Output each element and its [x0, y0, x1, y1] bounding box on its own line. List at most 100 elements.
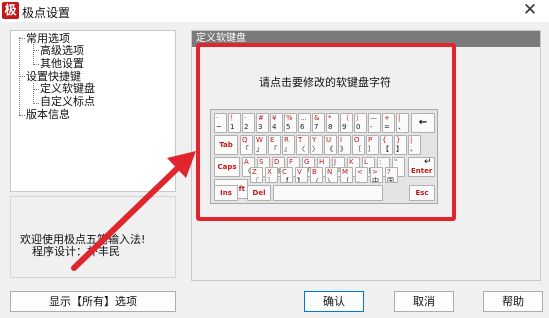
keyboard-key[interactable]: V】: [295, 167, 308, 183]
ok-button[interactable]: 确认: [304, 291, 364, 312]
settings-tree[interactable]: 常用选项 高级选项 其他设置 设置快捷键 定义软键盘 自定义标点 版本信息: [10, 30, 176, 192]
key-symbol: V: [297, 168, 302, 176]
tree-item-other[interactable]: 其他设置: [40, 58, 84, 70]
keyboard-key[interactable]: I 》: [338, 135, 351, 155]
info-panel: 欢迎使用极点五笔输入法! 程序设计：朴丰民: [10, 196, 176, 278]
key-symbol: Q: [242, 136, 248, 144]
key-char: 9: [342, 123, 347, 131]
keyboard-key[interactable]: U 《: [324, 135, 337, 155]
keyboard-key[interactable]: Z 〖: [250, 167, 263, 183]
key-char: 》: [340, 145, 347, 153]
key-char: 〕: [368, 145, 375, 153]
help-button[interactable]: 帮助: [483, 291, 543, 312]
keyboard-key[interactable]: ? 国: [385, 167, 398, 183]
keyboard-key[interactable]: % 5: [284, 113, 297, 133]
cancel-button[interactable]: 取消: [394, 291, 454, 312]
keyboard-key[interactable]: X 〗: [265, 167, 278, 183]
key-char: 、: [398, 123, 405, 131]
key-symbol: Y: [312, 136, 317, 144]
key-char: 中: [372, 177, 379, 183]
ins-key[interactable]: Ins: [214, 185, 238, 201]
key-symbol: &: [314, 114, 320, 122]
keyboard-key[interactable]: |、: [408, 135, 421, 155]
show-all-options-button[interactable]: 显示【所有】选项: [10, 291, 176, 312]
key-char: 7: [314, 123, 319, 131]
close-icon[interactable]: ✕: [521, 1, 539, 19]
key-symbol: ！: [230, 114, 237, 122]
key-char: 『: [270, 145, 277, 153]
key-char: 」: [256, 145, 263, 153]
keyboard-key[interactable]: · 2: [242, 113, 255, 133]
enter-key[interactable]: ↵ Enter: [408, 157, 435, 177]
keyboard-key[interactable]: <，: [355, 167, 368, 183]
keyboard-key[interactable]: C 【: [280, 167, 293, 183]
key-symbol: ）: [356, 114, 363, 122]
key-symbol: T: [298, 136, 303, 144]
keyboard-key[interactable]: P 〕: [366, 135, 379, 155]
tree-connector: [33, 89, 39, 90]
esc-key[interactable]: Esc: [409, 185, 435, 201]
keyboard-key[interactable]: {【: [380, 135, 393, 155]
key-char: 〉: [327, 177, 334, 183]
key-symbol: —: [370, 114, 377, 122]
enter-arrow-icon: ↵: [424, 157, 432, 167]
keyboard-key[interactable]: + =: [382, 113, 395, 133]
key-symbol: ¥: [272, 114, 277, 122]
keyboard-key[interactable]: * 8: [326, 113, 339, 133]
keyboard-key[interactable]: ！ 1: [228, 113, 241, 133]
keyboard-prompt: 请点击要修改的软键盘字符: [259, 76, 391, 89]
keyboard-key[interactable]: · ~: [214, 113, 227, 133]
caps-key[interactable]: Caps: [214, 157, 240, 177]
keyboard-key[interactable]: ¥4: [270, 113, 283, 133]
key-symbol: N: [327, 168, 333, 176]
key-char: 国: [387, 177, 394, 183]
key-symbol: S: [259, 158, 264, 166]
keyboard-key[interactable]: R』: [282, 135, 295, 155]
key-char: 』: [284, 145, 291, 153]
keyboard-key[interactable]: M 〔: [340, 167, 353, 183]
keyboard-key[interactable]: Y 〉: [310, 135, 323, 155]
tree-item-version[interactable]: 版本信息: [26, 109, 70, 121]
tab-key[interactable]: Tab: [214, 135, 238, 155]
backspace-key[interactable]: ←: [411, 113, 435, 133]
keyboard-key[interactable]: > 中: [370, 167, 383, 183]
key-symbol: %: [286, 114, 293, 122]
keyboard-key[interactable]: W」: [254, 135, 267, 155]
key-symbol: {: [382, 136, 387, 144]
tree-item-soft-keyboard[interactable]: 定义软键盘: [40, 83, 95, 95]
key-char: 〔: [354, 145, 361, 153]
key-symbol: （: [342, 114, 349, 122]
tree-item-advanced[interactable]: 高级选项: [40, 45, 84, 57]
key-symbol: A: [244, 158, 249, 166]
keyboard-key[interactable]: T 〈: [296, 135, 309, 155]
space-key[interactable]: [273, 185, 383, 201]
key-symbol: |: [398, 114, 401, 122]
keyboard-key[interactable]: #3: [256, 113, 269, 133]
keyboard-key[interactable]: }】: [394, 135, 407, 155]
key-symbol: ·: [244, 114, 247, 122]
keyboard-key[interactable]: & 7: [312, 113, 325, 133]
tree-connector: [19, 115, 25, 116]
keyboard-key[interactable]: （9: [340, 113, 353, 133]
tree-item-custom-punctuation[interactable]: 自定义标点: [40, 96, 95, 108]
del-key[interactable]: Del: [247, 185, 271, 201]
keyboard-key[interactable]: Q 「: [240, 135, 253, 155]
keyboard-key[interactable]: ） 0: [354, 113, 367, 133]
keyboard-key[interactable]: E 『: [268, 135, 281, 155]
keyboard-key[interactable]: … 6: [298, 113, 311, 133]
key-char: 〔: [342, 177, 349, 183]
key-char: 「: [242, 145, 249, 153]
keyboard-key[interactable]: |、: [396, 113, 409, 133]
key-symbol: I: [340, 136, 343, 144]
keyboard-key[interactable]: — -: [368, 113, 381, 133]
key-char: 】: [297, 177, 304, 183]
key-char: 〈: [298, 145, 305, 153]
key-symbol: C: [282, 168, 287, 176]
keyboard-key[interactable]: O 〔: [352, 135, 365, 155]
key-char: 6: [300, 123, 305, 131]
keyboard-key[interactable]: N 〉: [325, 167, 338, 183]
key-symbol: R: [284, 136, 289, 144]
keyboard-key[interactable]: B 〈: [310, 167, 323, 183]
tree-connector: [33, 50, 39, 51]
key-symbol: +: [384, 114, 390, 122]
